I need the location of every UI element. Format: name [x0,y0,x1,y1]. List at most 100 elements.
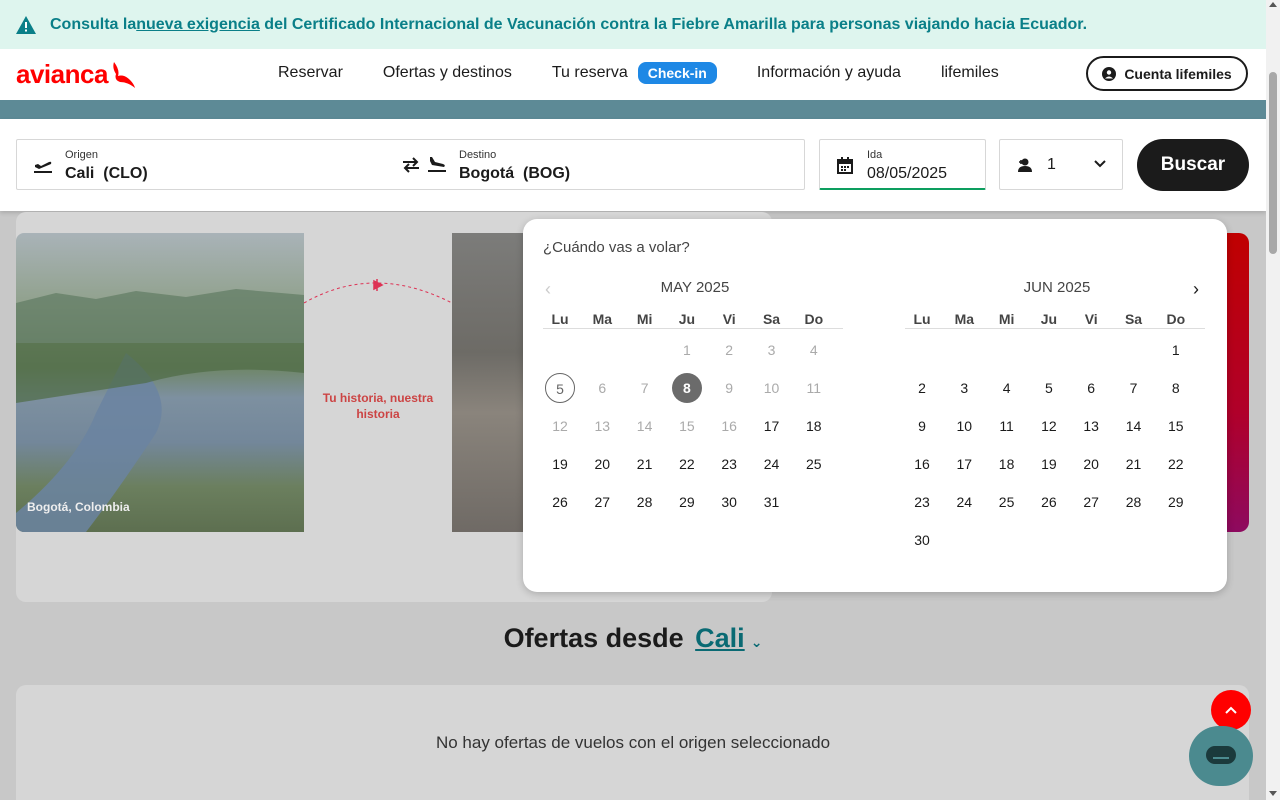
origin-value[interactable]: Cali (CLO) [65,165,148,183]
calendar-day[interactable]: 18 [799,411,829,441]
weekday-header: Vi [1084,311,1098,327]
calendar-day[interactable]: 26 [545,487,575,517]
calendar-day[interactable]: 20 [587,449,617,479]
calendar-day[interactable]: 5 [1034,373,1064,403]
calendar-day[interactable]: 14 [1119,411,1149,441]
calendar-day: 13 [594,418,611,434]
weekday-header: Lu [551,311,569,327]
calendar-day[interactable]: 1 [1161,335,1191,365]
calendar-day[interactable]: 25 [799,449,829,479]
calendar-day[interactable]: 23 [907,487,937,517]
calendar-day[interactable]: 6 [1076,373,1106,403]
logo-text: avianca [16,59,108,89]
chevron-down-icon[interactable]: ⌄ [751,634,763,650]
nav-tu-reserva[interactable]: Tu reserva [552,64,628,82]
calendar-day[interactable]: 30 [714,487,744,517]
scrollbar-thumb[interactable] [1269,72,1277,254]
calendar-day[interactable]: 4 [992,373,1022,403]
hero-middle-panel [304,233,452,532]
date-picker: ¿Cuándo vas a volar? ‹ › MAY 2025 Lu Ma Mi J… [523,219,1227,592]
search-bar: Origen Cali (CLO) Destino Bogotá (BOG) I… [0,119,1266,211]
calendar-day[interactable]: 22 [1161,449,1191,479]
calendar-day[interactable]: 13 [1076,411,1106,441]
calendar-day[interactable]: 15 [1161,411,1191,441]
calendar-day[interactable]: 17 [757,411,787,441]
nav-informacion[interactable]: Información y ayuda [757,64,901,82]
calendar-day: 12 [552,418,568,434]
destination-value[interactable]: Bogotá (BOG) [459,165,570,183]
calendar-day[interactable]: 10 [949,411,979,441]
scroll-up-arrow-icon[interactable] [1269,2,1277,7]
calendar-day[interactable]: 3 [949,373,979,403]
calendar-icon [837,157,853,174]
chat-icon [1206,746,1236,764]
scroll-top-button[interactable] [1211,690,1251,730]
hero-caption: Bogotá, Colombia [27,500,130,514]
calendar-day[interactable]: 19 [545,449,575,479]
calendar-day[interactable]: 18 [992,449,1022,479]
calendar-question: ¿Cuándo vas a volar? [543,239,690,256]
calendar-day: 16 [721,418,737,434]
chat-button[interactable] [1189,726,1253,786]
nav-lifemiles[interactable]: lifemiles [941,64,999,82]
calendar-day: 4 [809,342,818,358]
calendar-day[interactable]: 9 [907,411,937,441]
offers-heading: Ofertas desde Cali ⌄ [0,623,1266,654]
departure-icon [34,161,52,173]
calendar-day[interactable]: 21 [630,449,660,479]
offers-empty-message: No hay ofertas de vuelos con el origen s… [435,733,831,752]
calendar-day[interactable]: 5 [545,373,575,403]
warning-icon [16,15,36,34]
calendar-day[interactable]: 2 [907,373,937,403]
calendar-day[interactable]: 19 [1034,449,1064,479]
page-scrollbar[interactable] [1266,0,1280,800]
passengers-count: 1 [1047,156,1056,173]
calendar-day[interactable]: 12 [1034,411,1064,441]
calendar-day[interactable]: 24 [757,449,787,479]
calendar-day[interactable]: 26 [1034,487,1064,517]
calendar-day[interactable]: 7 [1119,373,1149,403]
passengers-selector[interactable]: 1 [999,139,1123,190]
user-icon [1102,66,1117,81]
calendar-day[interactable]: 21 [1119,449,1149,479]
calendar-day[interactable]: 29 [672,487,702,517]
calendar-day[interactable]: 23 [714,449,744,479]
calendar-day[interactable]: 25 [992,487,1022,517]
arrival-icon [428,157,446,172]
alert-link[interactable]: nueva exigencia [136,16,260,34]
swap-icon[interactable] [401,156,421,174]
date-value: 08/05/2025 [867,165,948,182]
calendar-day[interactable]: 28 [630,487,660,517]
checkin-badge[interactable]: Check-in [637,62,717,84]
calendar-day[interactable]: 27 [1076,487,1106,517]
chevron-down-icon [1094,160,1106,168]
account-button[interactable]: Cuenta lifemiles [1086,56,1248,91]
calendar-day[interactable]: 24 [949,487,979,517]
nav-reservar[interactable]: Reservar [278,64,343,82]
calendar-day[interactable]: 22 [672,449,702,479]
calendar-day[interactable]: 17 [949,449,979,479]
weekday-header: Mi [636,311,653,327]
offers-city-selector[interactable]: Cali [695,623,745,653]
calendar-day[interactable]: 11 [992,411,1022,441]
calendar-day: 1 [682,342,691,358]
calendar-day[interactable]: 29 [1161,487,1191,517]
calendar-day[interactable]: 20 [1076,449,1106,479]
calendar-day[interactable]: 8 [1161,373,1191,403]
search-button[interactable]: Buscar [1137,139,1249,191]
calendar-day[interactable]: 27 [587,487,617,517]
departure-date-field[interactable]: Ida 08/05/2025 [819,139,986,190]
nav-ofertas[interactable]: Ofertas y destinos [383,64,512,82]
date-label: Ida [867,149,883,161]
destination-label: Destino [459,149,497,161]
scroll-down-arrow-icon[interactable] [1269,791,1277,796]
calendar-day[interactable]: 28 [1119,487,1149,517]
calendar-day: 8 [671,373,702,403]
calendar-day[interactable]: 16 [907,449,937,479]
calendar-day[interactable]: 30 [907,525,937,555]
avianca-logo[interactable]: avianca [16,59,136,90]
weekday-header: Sa [1124,311,1143,327]
secondary-photo [452,233,524,532]
calendar-day: 2 [725,342,734,358]
calendar-day[interactable]: 31 [757,487,787,517]
